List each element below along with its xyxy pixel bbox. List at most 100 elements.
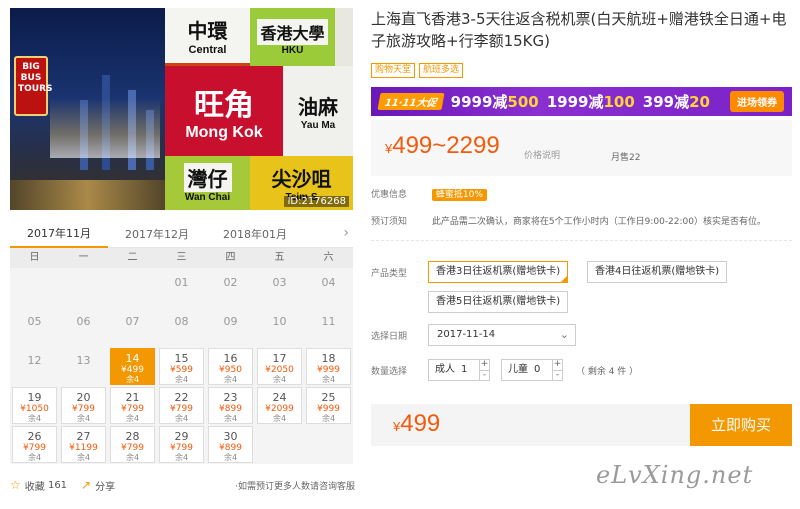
calendar-day: 05 [12,309,57,346]
day-number: 27 [76,430,91,443]
month-tab-jan[interactable]: 2018年01月 [206,223,304,247]
day-remaining: 余4 [125,375,140,384]
bus-sign: BIG BUS TOURS [14,56,53,116]
calendar-day: 09 [208,309,253,346]
day-number: 21 [125,391,140,404]
calendar-day: 08 [159,309,204,346]
calendar-day[interactable]: 20 ¥799 余4 [61,387,106,424]
day-price: ¥599 [170,365,193,375]
weekday-label: 三 [176,252,187,263]
calendar-day[interactable]: 19 ¥1050 余4 [12,387,57,424]
day-number: 29 [174,430,189,443]
price-explain-link[interactable]: 价格说明 [524,148,560,161]
buy-now-button[interactable]: 立即购买 [690,404,792,446]
day-number: 02 [223,276,238,289]
share-button[interactable]: ↗ 分享 [81,478,115,493]
day-number: 18 [321,352,336,365]
day-remaining: 余4 [321,414,336,423]
minus-icon[interactable]: - [480,370,489,380]
type-option-5day[interactable]: 香港5日往返机票(赠地铁卡) [428,291,569,313]
day-remaining: 余4 [272,414,287,423]
calendar-day[interactable]: 14 ¥499 余4 [110,348,155,385]
month-tab-nov[interactable]: 2017年11月 [10,222,108,248]
calendar-day[interactable]: 18 ¥999 余4 [306,348,351,385]
day-number: 22 [174,391,189,404]
notice-row: 预订须知 此产品需二次确认，商家将在5个工作小时内（工作日9:00-22:00）… [371,214,766,227]
day-number: 15 [174,352,189,365]
calendar-day[interactable]: 27 ¥1199 余4 [61,426,106,463]
right-panel: 上海直飞香港3-5天往返含税机票(白天航班+赠港铁全日通+电子旅游攻略+行李额1… [368,0,800,509]
calendar-day[interactable]: 30 ¥899 余4 [208,426,253,463]
day-remaining: 余4 [174,375,189,384]
calendar-day[interactable]: 17 ¥2050 余4 [257,348,302,385]
promo-badge: 11·11大促 [377,93,445,110]
day-price: ¥1050 [20,404,49,414]
weekday-label: 四 [225,252,236,263]
day-number: 07 [125,315,140,328]
calendar-day[interactable]: 28 ¥799 余4 [110,426,155,463]
promo-deal: 399减20 [642,93,710,111]
day-remaining: 余4 [76,453,91,462]
discount-label: 优惠信息 [371,190,408,200]
weekday-label: 日 [29,252,40,263]
calendar-day[interactable]: 29 ¥799 余4 [159,426,204,463]
favorite-button[interactable]: ☆ 收藏 161 [10,478,67,493]
plus-icon[interactable]: + [480,360,489,370]
remaining-stock: （ 剩余 4 件 ） [576,367,639,377]
type-option-4day[interactable]: 香港4日往返机票(赠地铁卡) [587,261,728,283]
month-tabs: 2017年11月 2017年12月 2018年01月 › [10,222,353,248]
tile-mongkok: 旺角 Mong Kok [165,66,283,156]
type-option-3day[interactable]: 香港3日往返机票(赠地铁卡) [428,261,569,283]
calendar-day[interactable]: 26 ¥799 余4 [12,426,57,463]
plus-icon[interactable]: + [553,360,562,370]
type-label: 产品类型 [371,269,408,279]
get-coupon-button[interactable]: 进场领券 [730,91,784,112]
date-label: 选择日期 [371,332,408,342]
promo-banner[interactable]: 11·11大促 9999减500 1999减100 399减20 进场领券 [371,87,792,116]
day-remaining: 余4 [174,453,189,462]
day-number: 24 [272,391,287,404]
tag-shopping[interactable]: 购物天堂 [371,63,416,78]
child-stepper-buttons: + - [552,360,562,380]
month-tab-dec[interactable]: 2017年12月 [108,223,206,247]
left-panel: BIG BUS TOURS 中環 Central 香港大學 HKU 旺角 Mon… [0,0,360,509]
day-number: 26 [27,430,42,443]
day-price: ¥499 [121,365,144,375]
calendar-day[interactable]: 16 ¥950 余4 [208,348,253,385]
product-image[interactable]: BIG BUS TOURS 中環 Central 香港大學 HKU 旺角 Mon… [10,8,353,210]
calendar-day: 10 [257,309,302,346]
calendar-day: 02 [208,270,253,307]
weekday-label: 五 [274,252,285,263]
day-number: 13 [76,354,91,367]
next-month-icon[interactable]: › [343,225,349,241]
adult-stepper[interactable]: 成人 1 + - [428,359,490,381]
day-number [12,270,57,276]
calendar-day[interactable]: 22 ¥799 余4 [159,387,204,424]
calendar-day[interactable]: 24 ¥2099 余4 [257,387,302,424]
day-remaining: 余4 [174,414,189,423]
watermark: eLvXing.net [596,461,754,489]
minus-icon[interactable]: - [553,370,562,380]
qty-label: 数量选择 [371,367,408,377]
day-price: ¥799 [72,404,95,414]
date-select[interactable]: 2017-11-14 ⌄ [428,324,576,346]
day-remaining: 余4 [272,375,287,384]
star-icon: ☆ [10,478,21,492]
day-price: ¥999 [317,365,340,375]
calendar-day[interactable]: 21 ¥799 余4 [110,387,155,424]
child-value[interactable]: 0 [534,360,552,380]
adult-stepper-buttons: + - [479,360,489,380]
adult-value[interactable]: 1 [461,360,479,380]
discount-badge: 蜂蜜抵10% [431,189,487,201]
day-price: ¥1199 [69,443,98,453]
weekday-label: 一 [78,252,89,263]
calendar-day[interactable]: 15 ¥599 余4 [159,348,204,385]
child-stepper[interactable]: 儿童 0 + - [501,359,563,381]
day-number: 05 [27,315,42,328]
tag-flights[interactable]: 航班多选 [419,63,464,78]
product-title: 上海直飞香港3-5天往返含税机票(白天航班+赠港铁全日通+电子旅游攻略+行李额1… [371,10,787,50]
calendar-day[interactable]: 25 ¥999 余4 [306,387,351,424]
calendar-day[interactable]: 23 ¥899 余4 [208,387,253,424]
day-number: 23 [223,391,238,404]
notice-label: 预订须知 [371,217,408,227]
